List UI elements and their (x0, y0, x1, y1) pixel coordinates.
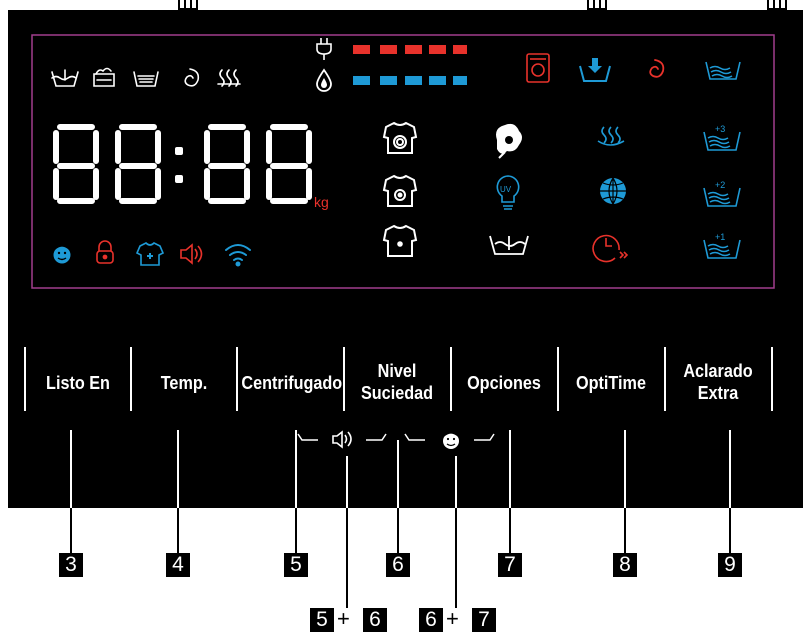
time-save-icon (592, 234, 629, 263)
aclarado-extra-label-line1: Aclarado (683, 361, 753, 381)
temp-button[interactable]: Temp. (137, 372, 231, 394)
optitime-label: OptiTime (576, 373, 646, 393)
nivel-suciedad-label-line1: Nivel (377, 361, 417, 381)
separator (24, 347, 26, 411)
combo-1-a: 5 (310, 608, 334, 632)
optitime-button[interactable]: OptiTime (564, 372, 658, 394)
callout-8: 8 (613, 553, 637, 577)
nivel-suciedad-button[interactable]: Nivel Suciedad (350, 360, 444, 404)
spin-only-icon (649, 59, 665, 78)
time-colon (175, 147, 183, 183)
listo-en-label: Listo En (46, 373, 110, 393)
wash-tub-icon (51, 69, 79, 87)
stain-removal-icon (496, 123, 522, 159)
combo-2-b: 7 (472, 608, 496, 632)
separator (343, 347, 345, 411)
callout-6: 6 (386, 553, 410, 577)
opciones-label: Opciones (467, 373, 541, 393)
shirt-normal-icon (382, 174, 418, 207)
rinse-only-icon (705, 61, 741, 80)
callout-5: 5 (284, 553, 308, 577)
sound-icon (180, 243, 203, 265)
rinse-level-2: +2 (715, 180, 725, 190)
power-plug-icon (316, 38, 332, 60)
wifi-icon (225, 244, 251, 267)
extra-rinse-3-icon (703, 131, 741, 151)
shirt-care-icon (135, 242, 165, 266)
combo-1-b: 6 (363, 608, 387, 632)
time-digits (53, 124, 312, 204)
combo-2-a: 6 (419, 608, 443, 632)
weight-unit: kg (314, 194, 329, 210)
steam-care-icon (597, 126, 625, 146)
uv-label: UV (500, 185, 512, 194)
leader-lines (70, 430, 731, 608)
centrifugado-label: Centrifugado (241, 373, 343, 393)
centrifugado-button[interactable]: Centrifugado (241, 372, 342, 394)
callout-4: 4 (166, 553, 190, 577)
shirt-heavy-icon (382, 121, 418, 154)
callout-9: 9 (718, 553, 742, 577)
listo-en-button[interactable]: Listo En (31, 372, 125, 394)
extra-rinse-2-icon (703, 187, 741, 207)
shirt-light-icon (382, 224, 418, 257)
eco-globe-icon (600, 177, 626, 205)
drum-clean-icon (526, 53, 550, 83)
extra-rinse-1-icon (703, 239, 741, 259)
display-screen: kg UV +3 +2 +1 (31, 34, 775, 608)
spin-icon (184, 68, 200, 87)
temp-label: Temp. (160, 373, 208, 393)
door-lock-icon (96, 240, 114, 264)
aclarado-extra-button[interactable]: Aclarado Extra (671, 360, 765, 404)
combo-2-plus: + (446, 606, 459, 631)
combo-1-plus: + (337, 606, 350, 631)
separator (130, 347, 132, 411)
separator (450, 347, 452, 411)
rinse-level-3: +3 (715, 124, 725, 134)
nivel-suciedad-label-line2: Suciedad (360, 383, 434, 403)
child-lock-smiley-icon (53, 245, 71, 264)
prewash-icon (93, 67, 115, 87)
delicate-wash-icon (489, 235, 529, 255)
aclarado-extra-label-line2: Extra (697, 383, 739, 403)
separator (771, 347, 773, 411)
callout-3: 3 (59, 553, 83, 577)
separator (557, 347, 559, 411)
water-level-bars (353, 76, 467, 85)
rinse-level-1: +1 (715, 232, 725, 242)
combo-child-lock-icon (442, 432, 460, 449)
opciones-button[interactable]: Opciones (457, 372, 551, 394)
combo-sound-icon (332, 430, 352, 449)
separator (664, 347, 666, 411)
rinse-icon (133, 71, 159, 87)
callout-7: 7 (498, 553, 522, 577)
steam-icon (217, 69, 241, 87)
separator (236, 347, 238, 411)
energy-level-bars (353, 45, 467, 54)
